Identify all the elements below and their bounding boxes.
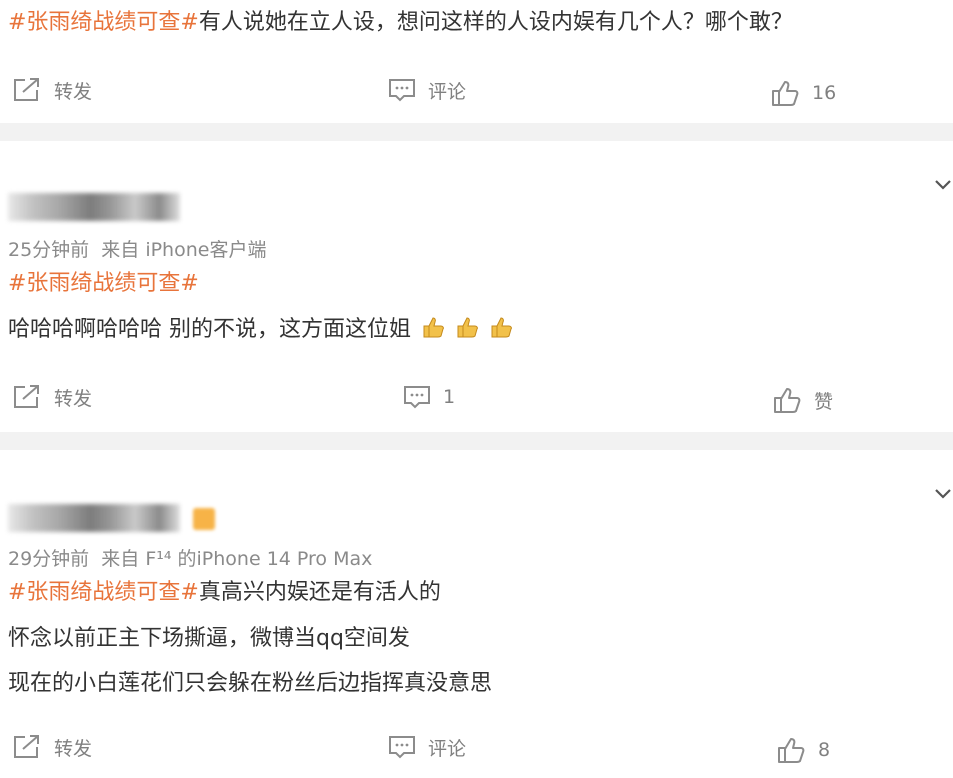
post-divider [0,432,953,450]
comment-icon [388,734,416,760]
comment-button[interactable]: 1 [403,377,455,417]
like-button[interactable]: 16 [770,73,836,113]
post-text: #张雨绮战绩可查# [8,269,199,299]
share-icon [12,734,42,760]
share-icon [12,384,42,410]
thumbs-up-icon [772,386,802,414]
post-actions: 转发 1 赞 [0,377,953,417]
avatar-username-blurred[interactable] [8,193,180,221]
post-text: #张雨绮战绩可查#真高兴内娱还是有活人的 [8,580,441,605]
post-item: #张雨绮战绩可查#有人说她在立人设，想问这样的人设内娱有几个人？哪个敢？ 转发 … [0,0,953,123]
comment-button[interactable]: 评论 [388,727,466,767]
thumbs-up-icon [770,79,800,107]
post-divider [0,123,953,141]
repost-button[interactable]: 转发 [12,727,92,767]
topic-tag[interactable]: #张雨绮战绩可查# [8,271,199,296]
post-meta: 29分钟前 来自 F¹⁴ 的iPhone 14 Pro Max [8,548,373,570]
post-text: 怀念以前正主下场撕逼，微博当qq空间发 [8,626,410,651]
chevron-down-icon[interactable] [931,173,953,195]
thumbs-up-icon [776,736,806,764]
avatar-username-blurred[interactable] [8,504,180,532]
post-actions: 转发 评论 8 [0,727,953,767]
post-item: 25分钟前 来自 iPhone客户端 #张雨绮战绩可查# 哈哈哈啊哈哈哈 别的不… [0,141,953,432]
chevron-down-icon[interactable] [931,482,953,504]
post-meta: 25分钟前 来自 iPhone客户端 [8,239,267,261]
thumbs-up-emoji [423,317,444,338]
comment-button[interactable]: 评论 [388,70,466,110]
topic-tag[interactable]: #张雨绮战绩可查# [8,580,199,605]
topic-tag[interactable]: #张雨绮战绩可查# [8,10,199,35]
comment-icon [388,77,416,103]
user-badge-icon [193,508,215,530]
post-text: 哈哈哈啊哈哈哈 别的不说，这方面这位姐 [8,315,513,345]
post-item: 29分钟前 来自 F¹⁴ 的iPhone 14 Pro Max #张雨绮战绩可查… [0,450,953,778]
like-button[interactable]: 赞 [772,380,833,420]
post-text: 现在的小白莲花们只会躲在粉丝后边指挥真没意思 [8,671,493,696]
like-button[interactable]: 8 [776,730,830,770]
post-actions: 转发 评论 16 [0,70,953,110]
thumbs-up-emoji [491,317,512,338]
comment-icon [403,384,431,410]
share-icon [12,77,42,103]
repost-button[interactable]: 转发 [12,70,92,110]
post-text: #张雨绮战绩可查#有人说她在立人设，想问这样的人设内娱有几个人？哪个敢？ [8,10,793,35]
thumbs-up-emoji [457,317,478,338]
repost-button[interactable]: 转发 [12,377,92,417]
